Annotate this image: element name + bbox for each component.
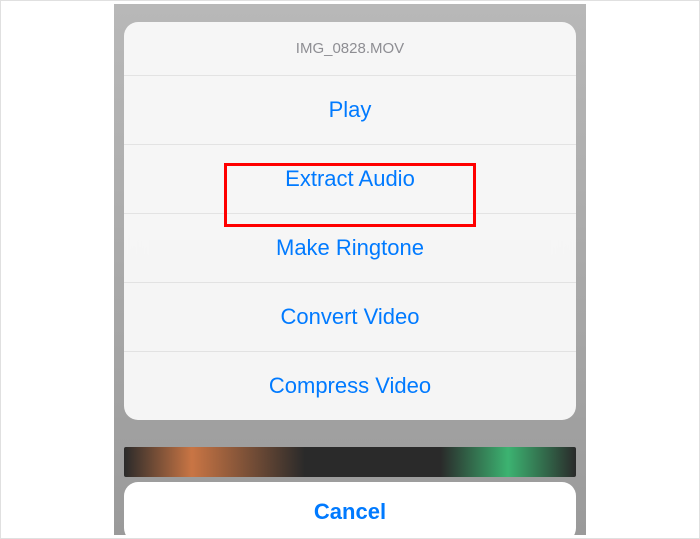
option-play[interactable]: Play (124, 76, 576, 145)
option-convert-video[interactable]: Convert Video (124, 283, 576, 352)
action-sheet-title: IMG_0828.MOV (124, 22, 576, 76)
phone-viewport: IMG_0828.MOV Play Extract Audio Make Rin… (114, 4, 586, 535)
option-make-ringtone[interactable]: Make Ringtone (124, 214, 576, 283)
option-compress-video[interactable]: Compress Video (124, 352, 576, 420)
cancel-button[interactable]: Cancel (124, 482, 576, 535)
action-sheet: IMG_0828.MOV Play Extract Audio Make Rin… (124, 22, 576, 420)
option-extract-audio[interactable]: Extract Audio (124, 145, 576, 214)
background-partial-ui (124, 447, 576, 477)
